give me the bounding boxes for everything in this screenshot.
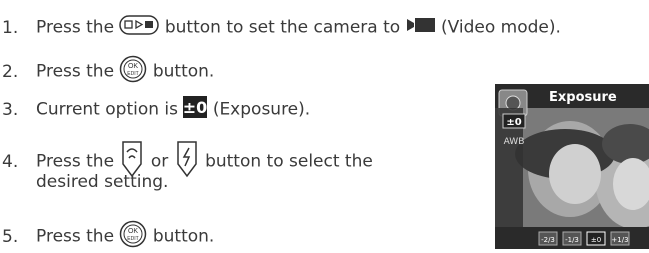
ok-label: OK	[128, 228, 138, 235]
ok-label: OK	[128, 63, 138, 70]
step-text: button to set the camera to	[164, 17, 401, 38]
svg-text:±0: ±0	[591, 236, 601, 244]
step-number: 4.	[2, 151, 19, 172]
step-number: 5.	[2, 226, 19, 247]
step-text: Press the	[36, 61, 115, 82]
step-4-continued: desired setting.	[36, 172, 169, 192]
bottom-option-2: -1/3	[562, 231, 582, 246]
step-1: 1. Press the button to set the camera to …	[2, 14, 561, 41]
bottom-option-3-selected: ±0	[586, 231, 606, 246]
step-text: (Exposure).	[212, 99, 311, 120]
camera-lcd-screen: Exposure ±0 AWB -2/3 -1/3 ±0 +1/3	[495, 84, 649, 249]
svg-text:+1/3: +1/3	[611, 236, 628, 244]
video-camera-icon	[406, 17, 436, 38]
step-text: button.	[152, 226, 215, 247]
step-text: Current option is	[36, 99, 178, 120]
step-text: Press the	[36, 17, 115, 38]
exposure-glyph: ±0	[183, 98, 207, 117]
step-number: 2.	[2, 61, 19, 82]
bottom-option-1: -2/3	[538, 231, 558, 246]
step-2: 2. Press the OK EDIT button.	[2, 55, 214, 88]
screen-title: Exposure	[549, 90, 617, 105]
down-arrow-button-icon	[174, 140, 200, 183]
mode-dial-icon	[119, 14, 160, 41]
step-number: 1.	[2, 17, 19, 38]
side-item-awb: AWB	[504, 137, 525, 147]
svg-text:-1/3: -1/3	[565, 236, 579, 244]
ok-edit-button-icon: OK EDIT	[119, 55, 147, 88]
side-item-exposure: ±0	[506, 117, 521, 128]
step-text: button to select the	[205, 151, 373, 172]
step-number: 3.	[2, 99, 19, 120]
step-text: button.	[152, 61, 215, 82]
svg-text:-2/3: -2/3	[541, 236, 555, 244]
ok-edit-button-icon: OK EDIT	[119, 220, 147, 253]
step-text: Press the	[36, 151, 115, 172]
step-text: or	[150, 151, 169, 172]
edit-label: EDIT	[128, 71, 139, 77]
exposure-icon: ±0	[183, 96, 208, 123]
edit-label: EDIT	[128, 236, 139, 242]
bottom-option-4: +1/3	[610, 231, 630, 246]
step-3: 3. Current option is ±0 (Exposure).	[2, 96, 310, 123]
step-5: 5. Press the OK EDIT button.	[2, 220, 214, 253]
step-text: (Video mode).	[440, 17, 561, 38]
step-text: Press the	[36, 226, 115, 247]
